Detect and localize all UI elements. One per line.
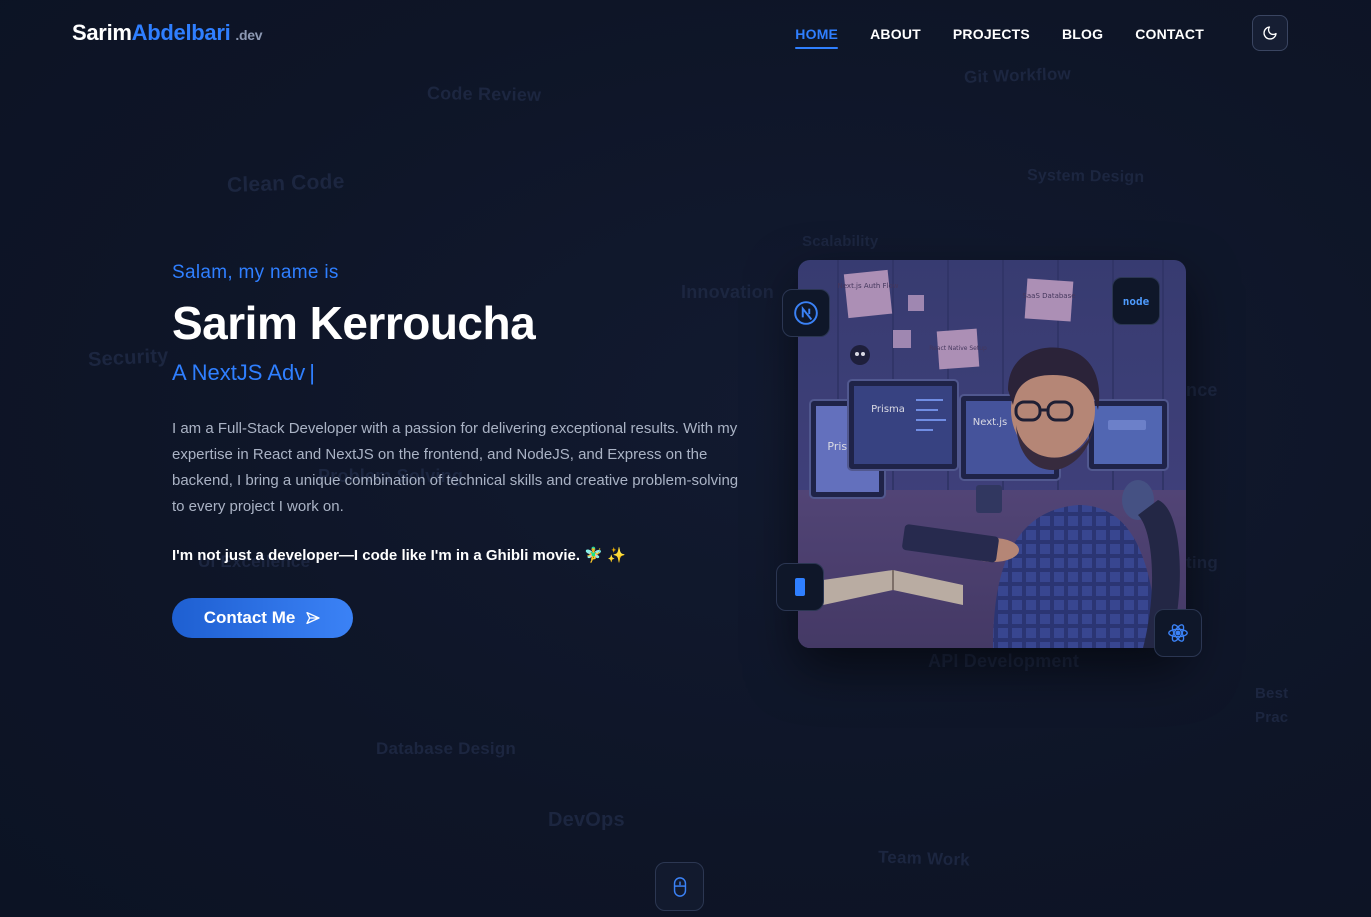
typed-text: A NextJS Adv (172, 360, 306, 385)
bg-word: nce (1186, 380, 1218, 400)
moon-icon (1263, 26, 1277, 40)
nextjs-icon (794, 301, 818, 325)
logo-second: Abdelbari (131, 20, 231, 45)
blue-block-icon (795, 578, 805, 596)
logo-suffix: .dev (235, 27, 263, 43)
node-logo-text: node (1122, 294, 1150, 308)
bg-word: Database Design (376, 739, 516, 758)
contact-me-button[interactable]: Contact Me (172, 598, 353, 638)
site-logo[interactable]: Sarim Abdelbari .dev (72, 20, 263, 46)
contact-me-label: Contact Me (203, 608, 296, 627)
nav-contact[interactable]: CONTACT (1135, 26, 1204, 42)
nextjs-badge (782, 289, 830, 337)
bg-word: DevOps (548, 809, 625, 831)
bg-word: Security (87, 344, 170, 372)
bg-word: ting (1186, 553, 1218, 572)
nav-home[interactable]: HOME (795, 26, 838, 49)
theme-toggle-button[interactable] (1252, 15, 1288, 51)
bg-word: API Development (928, 651, 1080, 671)
nav-projects[interactable]: PROJECTS (953, 26, 1030, 42)
tech-badge (776, 563, 824, 611)
bg-word: Clean Code (226, 169, 345, 198)
mouse-icon (673, 876, 686, 897)
react-badge (1154, 609, 1202, 657)
bg-word: Team Work (877, 847, 971, 870)
hero-section: Salam, my name is Sarim Kerroucha A Next… (172, 262, 762, 638)
bg-word: Scalability (802, 233, 879, 250)
bg-word: Prac (1255, 709, 1289, 726)
hero-typed-line: A NextJS Adv | (172, 360, 762, 386)
main-nav: HOME ABOUT PROJECTS BLOG CONTACT (795, 26, 1204, 49)
send-icon (306, 612, 320, 624)
bg-word: Code Review (426, 83, 542, 105)
bg-word: System Design (1026, 166, 1145, 187)
hero-name: Sarim Kerroucha (172, 297, 536, 349)
logo-first: Sarim (72, 20, 132, 45)
bg-word: Best (1255, 685, 1289, 702)
scroll-down-indicator[interactable] (655, 862, 704, 911)
react-icon (1168, 624, 1188, 642)
nav-about[interactable]: ABOUT (870, 26, 921, 42)
hero-bio: I am a Full-Stack Developer with a passi… (172, 420, 739, 515)
hero-greeting: Salam, my name is (172, 262, 339, 283)
nav-blog[interactable]: BLOG (1062, 26, 1103, 42)
typed-cursor: | (309, 360, 316, 385)
nodejs-badge: node (1112, 277, 1160, 325)
site-header: Sarim Abdelbari .dev HOME ABOUT PROJECTS… (0, 0, 1371, 70)
hero-tagline: I'm not just a developer—I code like I'm… (172, 547, 626, 564)
page: Code Review Git Workflow Clean Code Syst… (0, 0, 1371, 917)
